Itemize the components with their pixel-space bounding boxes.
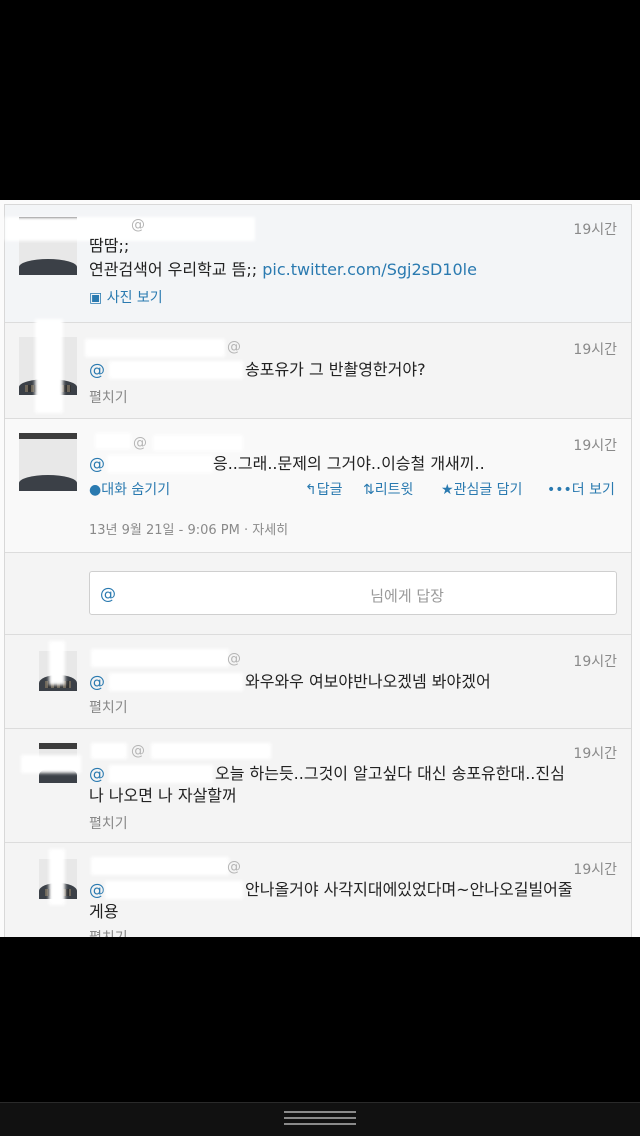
tweet-item[interactable]: @ 19시간 @ 송포유가 그 반촬영한거야? 펼치기 bbox=[5, 319, 631, 419]
retweet-icon: ⇅ bbox=[363, 482, 375, 498]
redacted-name bbox=[151, 743, 271, 759]
view-photo-label: 사진 보기 bbox=[106, 290, 163, 306]
speech-bubble-icon: ● bbox=[89, 482, 102, 498]
redacted-name bbox=[35, 319, 63, 413]
tweet-text-body: 게용 bbox=[89, 902, 119, 921]
tweet-handle[interactable]: @ bbox=[227, 339, 241, 355]
redacted-mention bbox=[109, 673, 243, 691]
tweet-text: @ bbox=[89, 359, 105, 381]
tweet-item[interactable]: @ 19시간 땀땀;; 연관검색어 우리학교 뜸;; pic.twitter.c… bbox=[5, 205, 631, 323]
menu-icon[interactable] bbox=[284, 1111, 356, 1127]
retweet-button[interactable]: ⇅리트윗 bbox=[363, 479, 413, 499]
expand-button[interactable]: 펼치기 bbox=[89, 697, 128, 717]
tweet-item-expanded[interactable]: @ 19시간 @ 응..그래..문제의 그거야..이승철 개새끼.. ●대화 숨… bbox=[5, 419, 631, 553]
tweet-mention[interactable]: @ bbox=[89, 764, 105, 783]
tweet-link[interactable]: pic.twitter.com/Sgj2sD10le bbox=[262, 260, 477, 279]
tweet-text-body: 오늘 하는듯..그것이 알고싶다 대신 송포유한대..진심 bbox=[215, 764, 565, 783]
more-icon: ••• bbox=[547, 482, 572, 498]
tweet-handle[interactable]: @ bbox=[227, 651, 241, 667]
tweet-timestamp[interactable]: 19시간 bbox=[573, 743, 617, 763]
redacted-name bbox=[95, 433, 131, 449]
tweet-actions: ●대화 숨기기 ↰답글 ⇅리트윗 ★관심글 담기 •••더 보기 bbox=[5, 479, 631, 501]
star-icon: ★ bbox=[441, 482, 454, 498]
tweet-text: @ bbox=[89, 453, 105, 475]
tweet-text-body: 나 나오면 나 자살할꺼 bbox=[89, 786, 237, 805]
photo-icon: ▣ bbox=[89, 290, 103, 306]
favorite-button[interactable]: ★관심글 담기 bbox=[441, 479, 522, 499]
tweet-text: @ bbox=[89, 879, 105, 901]
redacted-name bbox=[49, 641, 65, 685]
tweet-handle[interactable]: @ bbox=[133, 435, 147, 451]
reply-input[interactable]: @ 님에게 답장 bbox=[89, 571, 617, 615]
redacted-name bbox=[21, 755, 81, 773]
tweet-mention[interactable]: @ bbox=[89, 880, 105, 899]
expand-button[interactable]: 펼치기 bbox=[89, 927, 128, 937]
reply-item[interactable]: @ 19시간 @ 오늘 하는듯..그것이 알고싶다 대신 송포유한대..진심 나… bbox=[5, 729, 631, 843]
tweet-timestamp[interactable]: 19시간 bbox=[573, 219, 617, 239]
redacted-mention bbox=[105, 881, 243, 899]
more-button[interactable]: •••더 보기 bbox=[547, 479, 615, 499]
reply-item[interactable]: @ 19시간 @ 와우와우 여보야반나오겠넴 봐야겠어 펼치기 bbox=[5, 635, 631, 729]
reply-button[interactable]: ↰답글 bbox=[305, 479, 343, 499]
expand-button[interactable]: 펼치기 bbox=[89, 387, 128, 407]
tweet-panel: @ 19시간 땀땀;; 연관검색어 우리학교 뜸;; pic.twitter.c… bbox=[4, 204, 632, 937]
redacted-mention bbox=[109, 765, 213, 783]
reply-box: @ 님에게 답장 bbox=[5, 553, 631, 635]
tweet-timestamp[interactable]: 19시간 bbox=[573, 339, 617, 359]
tweet-handle[interactable]: @ bbox=[227, 859, 241, 875]
twitter-timeline-screen: @ 19시간 땀땀;; 연관검색어 우리학교 뜸;; pic.twitter.c… bbox=[0, 200, 640, 937]
redacted-name bbox=[5, 217, 255, 241]
redacted-name bbox=[85, 339, 225, 357]
tweet-mention[interactable]: @ bbox=[89, 360, 105, 379]
tweet-timestamp[interactable]: 19시간 bbox=[573, 651, 617, 671]
redacted-mention bbox=[107, 455, 213, 473]
redacted-name bbox=[153, 435, 243, 451]
tweet-text: 연관검색어 우리학교 뜸;; pic.twitter.com/Sgj2sD10l… bbox=[89, 259, 477, 281]
tweet-text-body: 연관검색어 우리학교 뜸;; bbox=[89, 260, 263, 279]
view-photo-button[interactable]: ▣ 사진 보기 bbox=[89, 287, 163, 307]
reply-at-symbol: @ bbox=[100, 584, 116, 603]
tweet-mention[interactable]: @ bbox=[89, 672, 105, 691]
hide-conversation-button[interactable]: ●대화 숨기기 bbox=[89, 479, 170, 499]
redacted-mention bbox=[109, 361, 243, 379]
redacted-name bbox=[91, 649, 229, 667]
redacted-name bbox=[49, 849, 65, 905]
tweet-text-body: 와우와우 여보야반나오겠넴 봐야겠어 bbox=[245, 672, 491, 691]
tweet-handle[interactable]: @ bbox=[131, 217, 145, 233]
redacted-name bbox=[91, 743, 127, 759]
tweet-text-body: 송포유가 그 반촬영한거야? bbox=[245, 360, 426, 379]
tweet-text: 땀땀;; bbox=[89, 236, 130, 255]
tweet-text-body: 안나올거야 사각지대에있었다며~안나오길빌어줄 bbox=[245, 880, 573, 899]
expand-button[interactable]: 펼치기 bbox=[89, 813, 128, 833]
tweet-meta[interactable]: 13년 9월 21일 - 9:06 PM · 자세히 bbox=[89, 519, 288, 538]
tweet-mention[interactable]: @ bbox=[89, 454, 105, 473]
redacted-name bbox=[91, 857, 229, 875]
reply-item[interactable]: @ 19시간 @ 안나올거야 사각지대에있었다며~안나오길빌어줄 게용 펼치기 bbox=[5, 843, 631, 937]
tweet-text-body: 응..그래..문제의 그거야..이승철 개새끼.. bbox=[213, 454, 485, 473]
tweet-handle[interactable]: @ bbox=[131, 743, 145, 759]
tweet-text: @ bbox=[89, 763, 105, 785]
system-navigation-bar bbox=[0, 1102, 640, 1136]
redacted-recipient bbox=[118, 582, 358, 606]
tweet-text: @ bbox=[89, 671, 105, 693]
tweet-timestamp[interactable]: 19시간 bbox=[573, 859, 617, 879]
reply-icon: ↰ bbox=[305, 482, 317, 498]
reply-placeholder: 님에게 답장 bbox=[370, 587, 444, 605]
tweet-timestamp[interactable]: 19시간 bbox=[573, 435, 617, 455]
